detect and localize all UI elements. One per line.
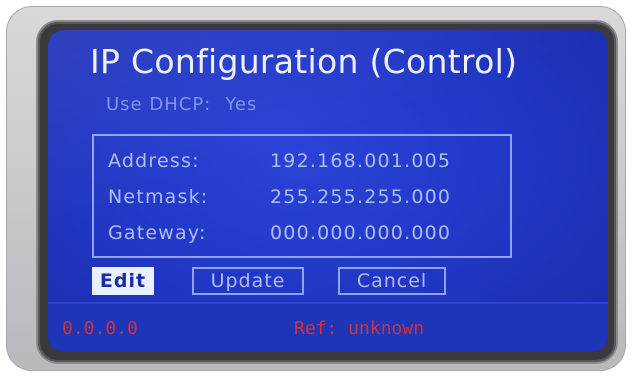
status-ip: 0.0.0.0 xyxy=(62,318,138,339)
address-label: Address: xyxy=(108,150,200,172)
gateway-value: 000.000.000.000 xyxy=(270,222,452,244)
network-settings-box: Address: 192.168.001.005 Netmask: 255.255.… xyxy=(92,134,512,258)
gateway-row: Gateway: 000.000.000.000 xyxy=(108,222,451,244)
edit-button[interactable]: Edit xyxy=(92,267,154,295)
status-bar: 0.0.0.0 Ref: unknown xyxy=(48,302,608,352)
netmask-value: 255.255.255.000 xyxy=(270,186,452,208)
status-ref: Ref: unknown xyxy=(294,318,425,339)
cancel-button[interactable]: Cancel xyxy=(338,267,446,295)
page-title: IP Configuration (Control) xyxy=(90,42,518,81)
address-value: 192.168.001.005 xyxy=(270,150,452,172)
dhcp-value: Yes xyxy=(225,94,258,115)
address-row: Address: 192.168.001.005 xyxy=(108,150,451,172)
dhcp-label: Use DHCP: xyxy=(106,94,212,115)
gateway-label: Gateway: xyxy=(108,222,207,244)
update-button[interactable]: Update xyxy=(192,267,304,295)
dhcp-setting[interactable]: Use DHCP: Yes xyxy=(106,94,257,115)
netmask-label: Netmask: xyxy=(108,186,209,208)
lcd-screen: IP Configuration (Control) Use DHCP: Yes … xyxy=(48,30,608,352)
netmask-row: Netmask: 255.255.255.000 xyxy=(108,186,451,208)
